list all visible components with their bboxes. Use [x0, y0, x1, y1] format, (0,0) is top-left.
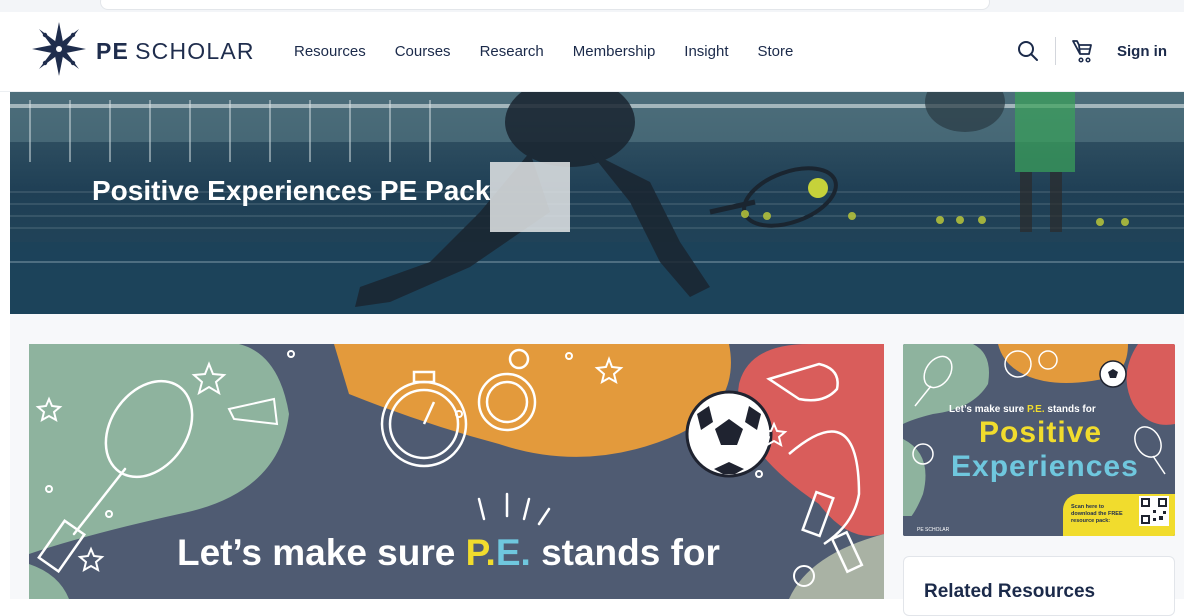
thumbnail-tagline-before: Let’s make sure — [949, 404, 1028, 415]
page-title: Positive Experiences PE Pack — [92, 175, 491, 206]
banner-text-after: stands for — [530, 532, 720, 573]
brand-wordmark[interactable]: PE SCHOLAR — [96, 38, 255, 65]
nav-store[interactable]: Store — [758, 43, 794, 60]
browser-top-strip — [0, 0, 1184, 12]
related-resources-title: Related Resources — [924, 581, 1096, 602]
nav-insight[interactable]: Insight — [684, 43, 728, 60]
brand-bold: PE — [96, 38, 130, 64]
banner-pe-letter-p: P. — [465, 532, 496, 573]
logo-icon[interactable] — [30, 20, 88, 78]
related-resources-card: Related Resources — [903, 556, 1175, 616]
thumbnail-tagline-after: stands for — [1044, 404, 1096, 415]
sign-in-link[interactable]: Sign in — [1117, 43, 1167, 60]
nav-membership[interactable]: Membership — [573, 43, 656, 60]
thumbnail-credits: PE SCHOLAR — [917, 527, 950, 533]
brand-light: SCHOLAR — [135, 38, 255, 64]
thumbnail-word-experiences: Experiences — [951, 450, 1139, 483]
thumbnail-word-positive: Positive — [979, 416, 1103, 449]
search-icon[interactable] — [1016, 39, 1040, 63]
banner-pe-letter-e: E. — [495, 532, 531, 573]
main-nav: Resources Courses Research Membership In… — [294, 43, 793, 60]
scan-text: Scan here to download the FREE resource … — [1071, 504, 1123, 524]
nav-resources[interactable]: Resources — [294, 43, 366, 60]
nav-research[interactable]: Research — [480, 43, 544, 60]
football-icon — [685, 390, 773, 478]
hero-banner: Positive Experiences PE Pack — [10, 92, 1184, 314]
resource-thumbnail[interactable]: Let’s make sure P.E. stands for Positive… — [903, 344, 1175, 536]
thumbnail-tagline: Let’s make sure P.E. stands for — [949, 404, 1096, 415]
cart-icon[interactable] — [1070, 37, 1096, 65]
top-search-bar — [100, 0, 990, 10]
banner-headline: Let’s make sure P.E. stands for — [177, 532, 720, 574]
thumbnail-tagline-pe: P.E. — [1027, 404, 1045, 415]
header-divider — [1055, 37, 1056, 65]
site-header: PE SCHOLAR Resources Courses Research Mem… — [0, 12, 1184, 92]
banner-text-before: Let’s make sure — [177, 532, 466, 573]
title-spark-lines — [477, 492, 551, 526]
nav-courses[interactable]: Courses — [395, 43, 451, 60]
qr-code-icon — [1139, 496, 1169, 526]
resource-banner-image: Let’s make sure P.E. stands for — [29, 344, 884, 599]
